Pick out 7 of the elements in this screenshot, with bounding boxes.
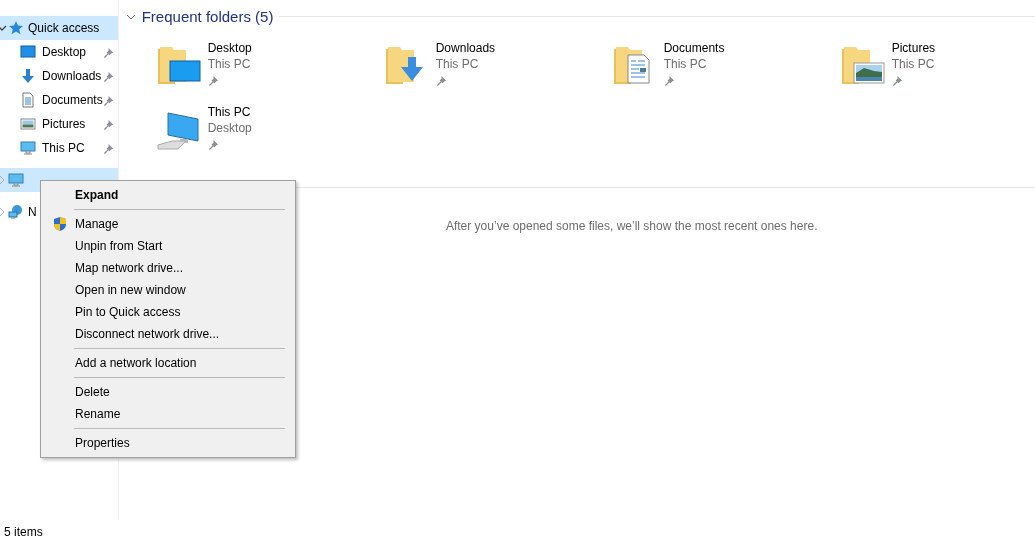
folder-location: This PC [663,57,708,71]
folder-location: This PC [891,57,936,71]
empty-message: After you’ve opened some files, we’ll show the most recent ones here. [445,219,818,233]
folder-location: This PC [435,57,480,71]
status-text: 5 items [4,525,43,539]
folder-location: This PC [207,57,252,71]
folder-location: Desktop [207,121,252,135]
